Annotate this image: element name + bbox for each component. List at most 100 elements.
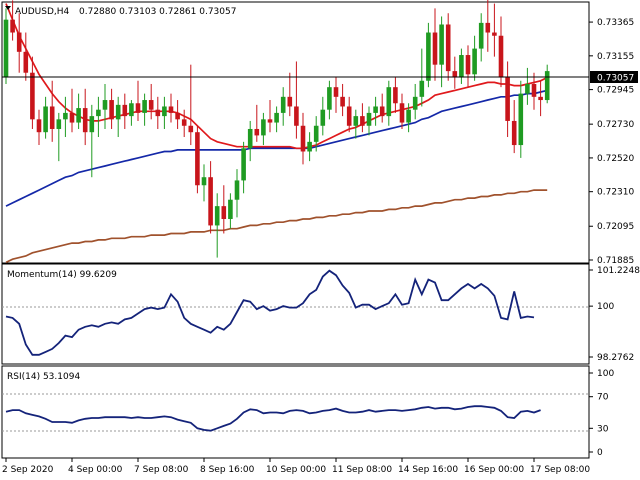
candle [162, 96, 167, 129]
candle-body [175, 112, 180, 120]
candle-body [406, 109, 411, 123]
candle-body [544, 71, 550, 101]
ohlc-label: 0.72880 0.73103 0.72861 0.73057 [79, 7, 236, 17]
candle [492, 3, 497, 57]
candle [320, 96, 326, 136]
price-tick-label: 0.72095 [597, 222, 634, 232]
candle-body [155, 109, 161, 117]
rsi-line [5, 405, 541, 432]
candle [300, 112, 306, 165]
candle [148, 83, 154, 120]
price-tick-label: 0.72520 [597, 154, 634, 164]
time-tick-label: 14 Sep 16:00 [398, 465, 458, 475]
candle [254, 104, 260, 142]
candle-body [300, 125, 306, 152]
candle-body [426, 32, 431, 81]
rsi-tick-label: 70 [597, 393, 609, 403]
candle-body [287, 96, 293, 107]
candle-body [478, 22, 484, 49]
candle-body [10, 19, 15, 33]
candle [445, 13, 451, 81]
candle [307, 132, 312, 162]
candle-body [181, 119, 187, 126]
candle-body [76, 108, 81, 123]
candle [531, 72, 537, 110]
sma-slow-path [5, 189, 548, 264]
candle-body [366, 112, 372, 126]
candle [538, 80, 543, 117]
candle-body [465, 55, 471, 75]
candle-body [419, 80, 425, 97]
candle [63, 96, 68, 138]
candle [142, 93, 147, 126]
time-tick-label: 17 Sep 08:00 [530, 465, 590, 475]
candle [247, 120, 253, 162]
candle-body [346, 106, 352, 126]
momentum-path [5, 269, 535, 356]
momentum-axis: 101.2248 100 98.2762 [589, 266, 640, 363]
price-tick-label: 0.73365 [597, 18, 634, 28]
candle-body [16, 32, 22, 52]
time-tick-label: 4 Sep 00:00 [68, 465, 123, 475]
candle [393, 77, 398, 113]
rsi-title: RSI(14) 53.1094 [7, 372, 80, 382]
price-tick-label: 0.71885 [597, 256, 634, 266]
candle-body [69, 112, 75, 123]
candle-body [254, 128, 260, 136]
momentum-tick-label: 101.2248 [597, 266, 640, 276]
candle-body [234, 180, 240, 200]
candle-body [247, 128, 253, 149]
candle-body [36, 119, 42, 133]
candle-body [538, 96, 543, 101]
price-axis: 0.73365 0.73155 0.72945 0.72730 0.72520 0.723… [589, 18, 634, 266]
candle [472, 35, 477, 81]
candle-body [49, 106, 55, 129]
price-tick-label: 0.72310 [597, 188, 634, 198]
candle [30, 56, 35, 129]
candle-body [393, 87, 398, 104]
candle [175, 100, 180, 129]
candle [201, 164, 207, 202]
candle [511, 100, 517, 154]
candle [168, 93, 174, 123]
momentum-tick-label: 100 [597, 302, 614, 312]
candle [327, 80, 332, 120]
candle [261, 112, 266, 146]
candle [181, 109, 187, 138]
candle-body [168, 106, 174, 113]
momentum-line [5, 269, 535, 356]
candle [419, 48, 425, 107]
candle-body [267, 119, 273, 123]
candle-body [432, 32, 438, 65]
candle-body [96, 109, 101, 117]
candle-body [360, 116, 365, 126]
candle-body [320, 109, 326, 126]
rsi-axis: 100 70 30 0 [589, 369, 614, 458]
candle-body [294, 106, 299, 126]
candle-body [241, 148, 246, 181]
candle-body [280, 96, 286, 113]
candle [544, 64, 550, 104]
candle [3, 8, 9, 84]
candle [379, 93, 385, 123]
candle-body [261, 119, 266, 136]
candle [518, 80, 524, 158]
candle-body [313, 125, 319, 142]
candle-body [373, 106, 378, 113]
candle [234, 169, 240, 218]
candle [525, 67, 530, 105]
candle-body [201, 177, 207, 186]
candle-body [56, 119, 62, 129]
candle-body [122, 104, 128, 117]
time-tick-label: 7 Sep 08:00 [134, 465, 189, 475]
candle [56, 112, 62, 162]
candle [333, 77, 339, 113]
candle [465, 45, 471, 88]
candle [412, 83, 418, 120]
candle-body [148, 100, 154, 110]
candle-body [142, 100, 147, 113]
candle-body [208, 177, 213, 226]
candle [353, 109, 359, 139]
candle-body [63, 112, 68, 120]
candle [102, 83, 108, 129]
